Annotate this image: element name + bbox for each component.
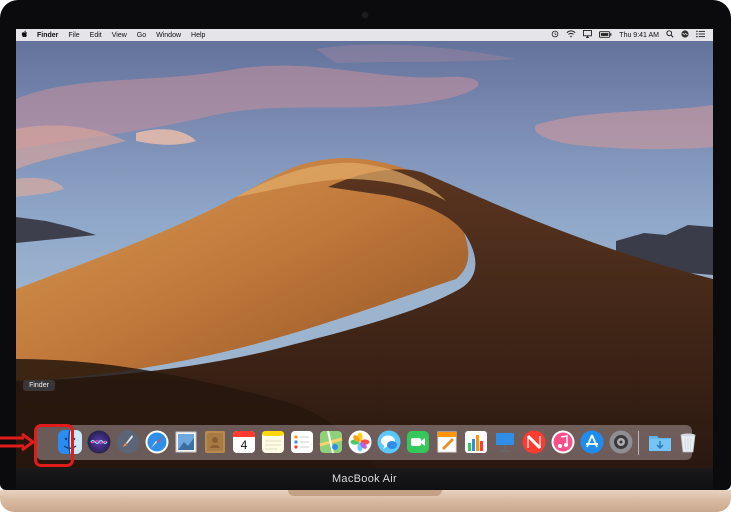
menu-view[interactable]: View [107, 32, 132, 39]
keynote-icon[interactable] [493, 430, 517, 454]
trash-icon[interactable] [676, 430, 700, 454]
music-icon[interactable] [551, 430, 575, 454]
camera-icon [362, 12, 368, 18]
dock-separator [638, 431, 639, 455]
spotlight-search-icon[interactable] [666, 30, 674, 40]
menu-go[interactable]: Go [132, 32, 151, 39]
news-icon[interactable] [522, 430, 546, 454]
device-label: MacBook Air [331, 473, 398, 485]
downloads-folder-icon[interactable] [648, 430, 672, 454]
menu-status-area: Thu 9:41 AM [551, 30, 713, 40]
laptop-chin: MacBook Air [16, 468, 713, 490]
reminders-icon[interactable] [290, 430, 314, 454]
calendar-date: 4 [240, 438, 248, 452]
maps-icon[interactable] [319, 430, 343, 454]
notification-center-icon[interactable] [696, 30, 705, 40]
siri-icon[interactable] [681, 30, 689, 40]
airplay-icon[interactable] [583, 30, 593, 40]
system-preferences-icon[interactable] [609, 430, 633, 454]
launchpad-icon[interactable] [116, 430, 140, 454]
messages-icon[interactable] [377, 430, 401, 454]
pages-icon[interactable] [435, 430, 459, 454]
mail-icon[interactable] [174, 430, 198, 454]
photos-icon[interactable] [348, 430, 372, 454]
menu-file[interactable]: File [63, 32, 84, 39]
dock-tooltip: Finder [23, 380, 55, 391]
annotation-arrow-icon [0, 433, 36, 451]
menu-bar: Finder File Edit View Go Window Help Thu… [16, 29, 713, 41]
battery-icon[interactable] [599, 30, 612, 40]
contacts-icon[interactable] [203, 430, 227, 454]
facetime-icon[interactable] [406, 430, 430, 454]
numbers-icon[interactable] [464, 430, 488, 454]
dock: 4 [36, 425, 696, 460]
menu-edit[interactable]: Edit [85, 32, 107, 39]
wifi-icon[interactable] [566, 30, 576, 40]
desktop-screen: Finder File Edit View Go Window Help Thu… [16, 29, 713, 468]
siri-icon[interactable] [87, 430, 111, 454]
time-machine-icon[interactable] [551, 30, 559, 40]
apple-logo-icon[interactable] [16, 30, 32, 40]
laptop-bezel: Finder File Edit View Go Window Help Thu… [0, 0, 731, 490]
menu-help[interactable]: Help [186, 32, 210, 39]
calendar-icon[interactable]: 4 [232, 430, 256, 454]
finder-highlight-box [34, 424, 74, 467]
wallpaper-dunes [16, 158, 713, 468]
safari-icon[interactable] [145, 430, 169, 454]
menu-window[interactable]: Window [151, 32, 186, 39]
menu-clock[interactable]: Thu 9:41 AM [619, 32, 659, 39]
laptop-notch [288, 490, 442, 496]
app-store-icon[interactable] [580, 430, 604, 454]
menu-app-name[interactable]: Finder [32, 32, 63, 39]
notes-icon[interactable] [261, 430, 285, 454]
